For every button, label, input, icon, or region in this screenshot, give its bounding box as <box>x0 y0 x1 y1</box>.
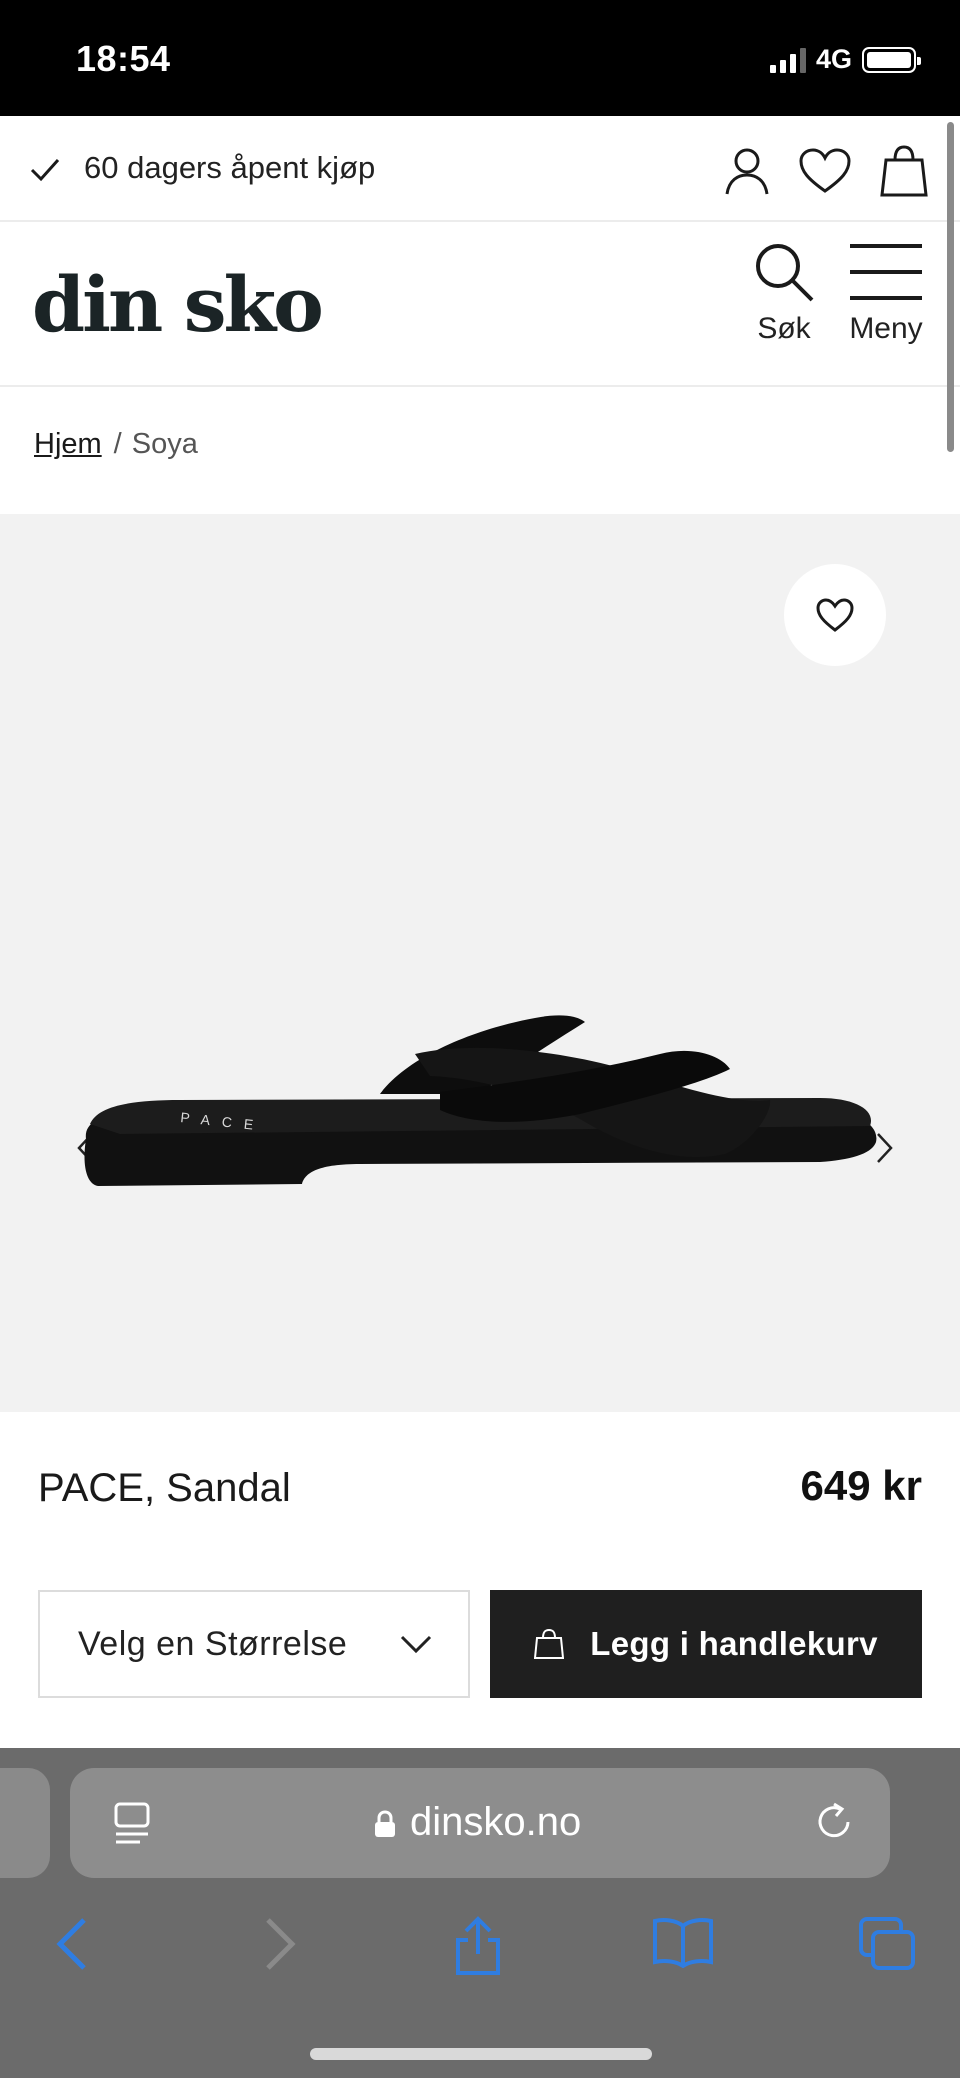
product-price: 649 kr <box>800 1462 922 1509</box>
status-time: 18:54 <box>76 38 171 79</box>
hamburger-icon <box>850 244 922 300</box>
back-icon[interactable] <box>52 1916 92 1972</box>
battery-icon <box>862 46 921 73</box>
menu-label: Meny <box>849 312 923 345</box>
home-indicator[interactable] <box>310 2048 652 2060</box>
promo-bar: 60 dagers åpent kjøp <box>0 116 960 222</box>
chevron-down-icon <box>400 1635 432 1654</box>
site-header: din sko Søk Meny <box>0 222 960 387</box>
previous-tab-peek[interactable] <box>0 1768 50 1878</box>
address-bar[interactable]: dinsko.no <box>70 1768 890 1878</box>
product-image: PACE <box>84 1015 877 1186</box>
promo-text: 60 dagers åpent kjøp <box>84 150 376 185</box>
search-label: Søk <box>757 312 811 345</box>
bag-icon <box>534 1628 565 1659</box>
size-select-label: Velg en Størrelse <box>78 1624 348 1663</box>
breadcrumb-home[interactable]: Hjem <box>34 428 102 460</box>
heart-icon <box>816 598 854 632</box>
signal-icon <box>769 47 806 73</box>
network-type: 4G <box>815 44 852 74</box>
wishlist-button[interactable] <box>784 564 886 666</box>
status-indicators: 4G <box>769 44 921 75</box>
heart-icon[interactable] <box>798 147 852 195</box>
add-to-cart-button[interactable]: Legg i handlekurv <box>490 1590 922 1698</box>
scrollbar[interactable] <box>947 122 954 452</box>
forward-icon[interactable] <box>260 1916 300 1972</box>
breadcrumb-current: Soya <box>131 428 198 460</box>
search-icon <box>756 244 814 302</box>
breadcrumb-separator: / <box>113 428 122 460</box>
browser-chrome: dinsko.no <box>0 1748 960 2078</box>
tabs-icon[interactable] <box>858 1916 916 1972</box>
bag-icon[interactable] <box>880 144 928 198</box>
lock-icon <box>375 1810 395 1837</box>
search-button[interactable]: Søk <box>752 240 816 346</box>
url-text: dinsko.no <box>410 1800 582 1844</box>
bookmarks-icon[interactable] <box>652 1916 714 1968</box>
check-icon <box>30 158 60 182</box>
product-name: PACE, Sandal <box>38 1466 291 1510</box>
size-select[interactable]: Velg en Størrelse <box>38 1590 470 1698</box>
menu-button[interactable]: Meny <box>848 240 924 346</box>
product-gallery[interactable]: PACE <box>0 514 960 1412</box>
user-icon[interactable] <box>724 146 770 196</box>
add-to-cart-label: Legg i handlekurv <box>590 1625 878 1662</box>
browser-toolbar <box>0 1908 960 2008</box>
reload-icon[interactable] <box>812 1800 856 1844</box>
breadcrumb: Hjem / Soya <box>34 428 198 461</box>
status-bar: 18:54 4G <box>0 0 960 116</box>
site-logo[interactable]: din sko <box>32 260 324 349</box>
share-icon[interactable] <box>452 1916 504 1976</box>
reader-icon[interactable] <box>112 1802 152 1846</box>
account-icons <box>724 144 928 198</box>
